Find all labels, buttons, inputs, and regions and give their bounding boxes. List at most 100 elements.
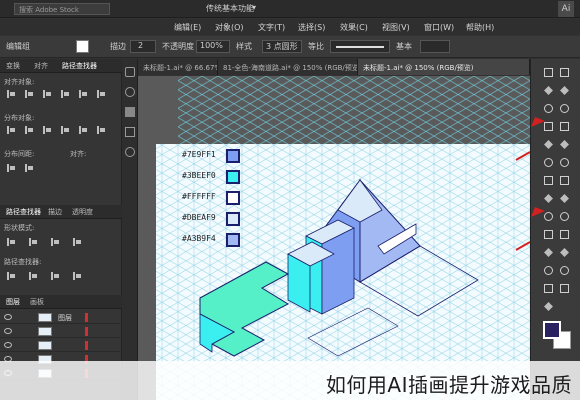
panel-action-icon[interactable] (6, 271, 16, 281)
distribute-spacing-label: 分布间距: (4, 150, 35, 158)
layer-thumbnail (38, 341, 52, 350)
swatches-icon[interactable] (125, 107, 135, 117)
tab-pathfinder-top[interactable]: 路径查找器 (62, 61, 97, 71)
tab-transform[interactable]: 变换 (6, 61, 20, 71)
width-icon[interactable] (559, 175, 570, 186)
legend-row: #A3B9F4 (182, 233, 246, 248)
panel-action-icon[interactable] (60, 89, 70, 99)
panel-action-icon[interactable] (42, 89, 52, 99)
magic-wand-icon[interactable] (543, 85, 554, 96)
legend-row: #7E9FF1 (182, 149, 246, 164)
symbol-sprayer-icon[interactable] (559, 247, 570, 258)
legend-row: #FFFFFF (182, 191, 246, 206)
gradient-icon[interactable] (543, 229, 554, 240)
perspective-grid-icon[interactable] (543, 211, 554, 222)
panel-action-icon[interactable] (78, 125, 88, 135)
layers-panel-tabs: 图层 画板 (0, 295, 122, 309)
paintbrush-icon[interactable] (543, 139, 554, 150)
lasso-icon[interactable] (559, 85, 570, 96)
slice-icon[interactable] (543, 283, 554, 294)
fill-color-swatch[interactable] (543, 321, 561, 339)
panel-action-icon[interactable] (78, 89, 88, 99)
tab-align[interactable]: 对齐 (34, 61, 48, 71)
panel-action-icon[interactable] (50, 271, 60, 281)
pencil-icon[interactable] (559, 139, 570, 150)
fill-swatch[interactable] (76, 40, 89, 53)
legend-swatch (226, 191, 240, 205)
menu-help[interactable]: 帮助(H) (466, 22, 494, 33)
visibility-eye-icon[interactable] (4, 314, 12, 320)
panel-action-icon[interactable] (24, 89, 34, 99)
zoom-icon[interactable] (543, 301, 554, 312)
layer-row[interactable] (0, 339, 122, 352)
type-icon[interactable] (559, 103, 570, 114)
doc-tab-1[interactable]: 未标题-1.ai* @ 66.67% (RGB/预览) (138, 59, 218, 75)
panel-action-icon[interactable] (42, 125, 52, 135)
fill-stroke-swatches[interactable] (543, 321, 573, 351)
pen-icon[interactable] (543, 103, 554, 114)
tab-transparency[interactable]: 透明度 (72, 207, 93, 217)
mesh-icon[interactable] (559, 211, 570, 222)
brushes-icon[interactable] (125, 127, 135, 137)
panel-action-icon[interactable] (24, 163, 34, 173)
panel-action-icon[interactable] (24, 125, 34, 135)
rectangle-icon[interactable] (559, 121, 570, 132)
tab-layers[interactable]: 图层 (6, 297, 20, 307)
tab-stroke[interactable]: 描边 (48, 207, 62, 217)
layer-row[interactable] (0, 325, 122, 338)
menu-window[interactable]: 窗口(W) (424, 22, 454, 33)
legend-hex-label: #3BEEF0 (182, 171, 216, 180)
tab-artboards[interactable]: 画板 (30, 297, 44, 307)
panel-action-icon[interactable] (72, 271, 82, 281)
panel-action-icon[interactable] (28, 271, 38, 281)
artboard-icon[interactable] (559, 265, 570, 276)
panel-action-icon[interactable] (6, 163, 16, 173)
line-icon[interactable] (543, 121, 554, 132)
tools-panel (530, 59, 580, 400)
blend-icon[interactable] (543, 247, 554, 258)
panel-action-icon[interactable] (96, 89, 106, 99)
layer-color-indicator (85, 313, 88, 322)
menu-view[interactable]: 视图(V) (382, 22, 410, 33)
panel-icon[interactable] (125, 67, 135, 77)
workspace-switcher[interactable]: 传统基本功能 (206, 3, 254, 14)
doc-tab-2[interactable]: 81-全色-海南道路.ai* @ 150% (RGB/预览) (218, 59, 358, 75)
direct-select-icon[interactable] (559, 67, 570, 78)
visibility-eye-icon[interactable] (4, 342, 12, 348)
legend-hex-label: #FFFFFF (182, 192, 216, 201)
shape-builder-icon[interactable] (559, 193, 570, 204)
panel-action-icon[interactable] (6, 89, 16, 99)
menu-object[interactable]: 对象(O) (215, 22, 244, 33)
opacity-label: 不透明度 (162, 42, 194, 51)
eyedropper-icon[interactable] (559, 229, 570, 240)
chevron-down-icon[interactable]: ▾ (252, 3, 256, 12)
ratio-label: 基本 (396, 42, 412, 51)
menu-edit[interactable]: 编辑(E) (174, 22, 201, 33)
symbols-icon[interactable] (125, 147, 135, 157)
panel-action-icon[interactable] (6, 125, 16, 135)
selection-icon[interactable] (543, 67, 554, 78)
panel-action-icon[interactable] (28, 237, 38, 247)
menu-effect[interactable]: 效果(C) (340, 22, 368, 33)
canvas-area[interactable]: #7E9FF1 #3BEEF0 #FFFFFF #DBEAF9 #A3B9F4 (138, 76, 530, 400)
hand-icon[interactable] (559, 283, 570, 294)
column-graph-icon[interactable] (543, 265, 554, 276)
panel-action-icon[interactable] (6, 237, 16, 247)
tab-pathfinder[interactable]: 路径查找器 (6, 207, 41, 217)
free-transform-icon[interactable] (543, 193, 554, 204)
scale-icon[interactable] (543, 175, 554, 186)
panel-action-icon[interactable] (60, 125, 70, 135)
panel-action-icon[interactable] (72, 237, 82, 247)
stock-search-input[interactable]: 搜索 Adobe Stock (14, 3, 110, 15)
menu-select[interactable]: 选择(S) (298, 22, 325, 33)
panel-action-icon[interactable] (96, 125, 106, 135)
panel-action-icon[interactable] (50, 237, 60, 247)
visibility-eye-icon[interactable] (4, 328, 12, 334)
variable-width-select[interactable] (420, 40, 450, 53)
eraser-icon[interactable] (543, 157, 554, 168)
layer-row[interactable]: 图层 (0, 311, 122, 324)
color-icon[interactable] (125, 87, 135, 97)
rotate-icon[interactable] (559, 157, 570, 168)
doc-tab-3[interactable]: 未标题-1.ai* @ 150% (RGB/预览) (358, 59, 530, 75)
menu-type[interactable]: 文字(T) (258, 22, 285, 33)
